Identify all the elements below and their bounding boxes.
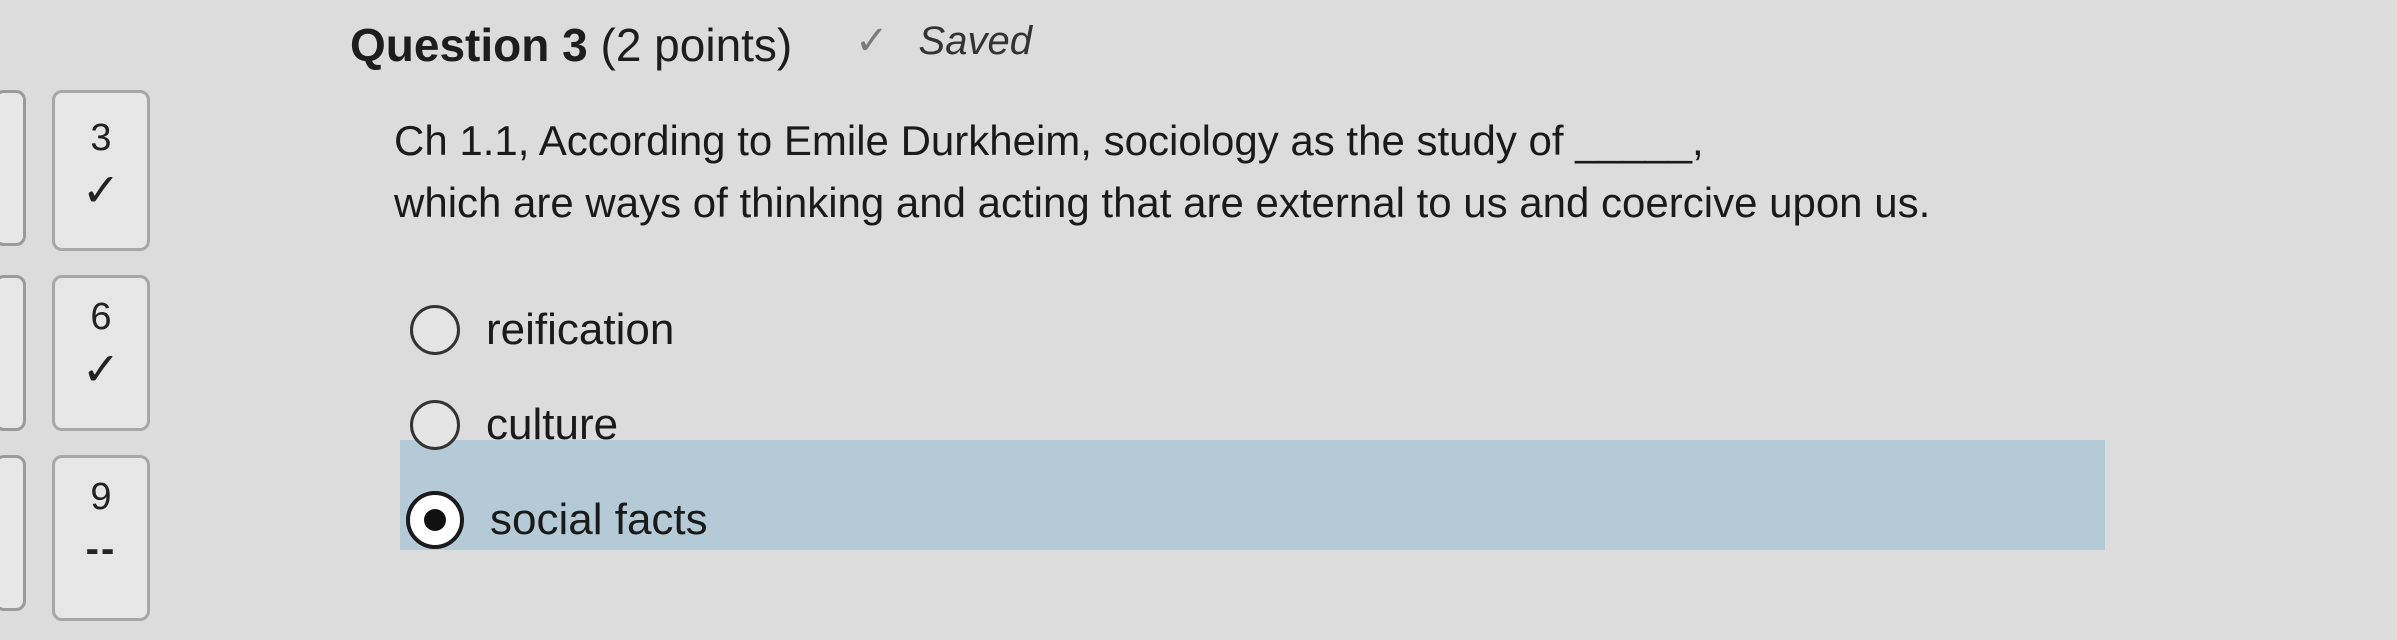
nav-previous-edge[interactable]	[0, 90, 26, 246]
option-culture[interactable]: culture	[400, 375, 618, 475]
nav-question-number: 3	[90, 117, 112, 159]
unanswered-status: --	[85, 527, 117, 571]
radio-button[interactable]	[410, 305, 460, 355]
question-title: Question 3	[350, 19, 588, 71]
nav-question-number: 6	[90, 296, 112, 338]
question-navigator: 3 ✓ 6 ✓ 9 --	[0, 80, 160, 640]
option-social-facts[interactable]: social facts	[400, 470, 708, 570]
answered-check-icon: ✓	[81, 343, 121, 395]
nav-previous-edge[interactable]	[0, 275, 26, 431]
radio-button-selected[interactable]	[406, 491, 464, 549]
nav-question-number: 9	[90, 476, 112, 518]
option-label: culture	[486, 400, 619, 449]
saved-status: ✓ Saved	[855, 18, 1032, 64]
radio-dot-icon	[424, 509, 446, 531]
nav-previous-edge[interactable]	[0, 455, 26, 611]
question-prompt: Ch 1.1, According to Emile Durkheim, soc…	[394, 110, 2194, 234]
option-label: social facts	[490, 495, 708, 544]
nav-question-6[interactable]: 6 ✓	[52, 275, 150, 431]
nav-question-9[interactable]: 9 --	[52, 455, 150, 621]
question-points: (2 points)	[600, 19, 793, 71]
answered-check-icon: ✓	[81, 164, 121, 216]
checkmark-icon: ✓	[855, 19, 889, 63]
radio-button[interactable]	[410, 400, 460, 450]
option-label: reification	[486, 305, 675, 354]
option-reification[interactable]: reification	[400, 280, 674, 380]
question-text-line: Ch 1.1, According to Emile Durkheim, soc…	[394, 117, 1704, 164]
question-text-line: which are ways of thinking and acting th…	[394, 179, 1931, 226]
nav-question-3[interactable]: 3 ✓	[52, 90, 150, 251]
saved-label: Saved	[918, 18, 1032, 63]
question-header: Question 3 (2 points)	[350, 18, 792, 72]
